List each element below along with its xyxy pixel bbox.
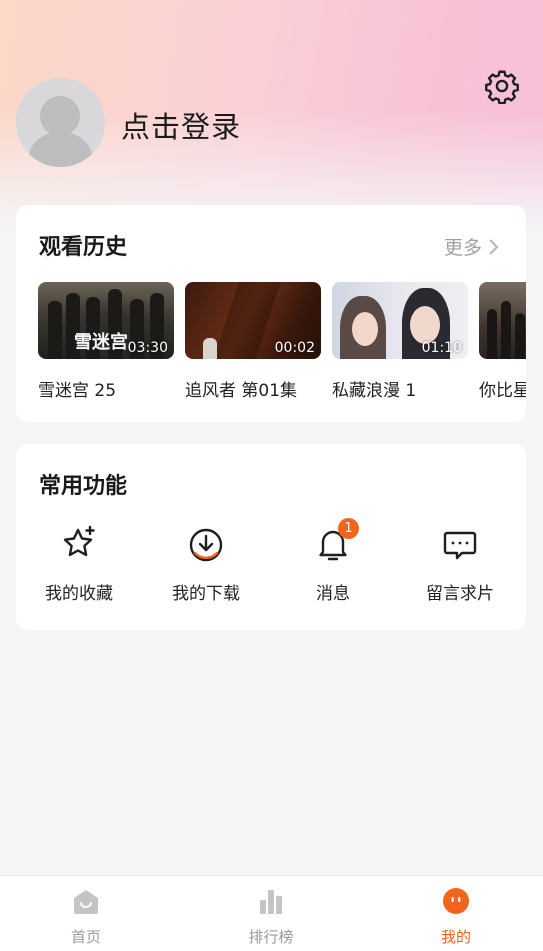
request-movie-button[interactable]: 留言求片 (397, 524, 523, 604)
settings-button[interactable] (483, 67, 521, 105)
gear-icon (485, 70, 519, 104)
downloads-label: 我的下载 (172, 584, 240, 604)
home-icon (74, 890, 98, 914)
chevron-right-icon (489, 238, 499, 255)
history-item[interactable]: 雪迷宫 03:30 雪迷宫 25 (38, 282, 174, 401)
favorites-label: 我的收藏 (45, 584, 113, 604)
messages-button[interactable]: 1 消息 (270, 518, 396, 604)
history-item-title: 追风者 第01集 (185, 381, 298, 401)
login-link[interactable]: 点击登录 (121, 104, 241, 146)
video-thumbnail: 00:02 (185, 282, 321, 359)
tab-ranking[interactable]: 排行榜 (221, 886, 321, 947)
request-movie-label: 留言求片 (426, 584, 494, 604)
more-button[interactable]: 更多 (444, 233, 500, 260)
star-icon (63, 525, 95, 557)
video-thumbnail (479, 282, 526, 359)
tab-home[interactable]: 首页 (36, 886, 136, 947)
history-item-title: 你比星 (479, 381, 526, 401)
chart-icon (260, 890, 282, 914)
profile-icon (443, 888, 469, 914)
history-item-title: 雪迷宫 25 (38, 381, 117, 401)
common-features-card: 常用功能 我的收藏 我的下载 1 消息 留言求片 (16, 444, 526, 630)
avatar-body-shape (29, 132, 92, 167)
bottom-tab-bar: 首页 排行榜 我的 (0, 875, 543, 951)
downloads-button[interactable]: 我的下载 (143, 524, 269, 604)
history-item[interactable]: 你比星 (479, 282, 526, 401)
tab-ranking-label: 排行榜 (248, 928, 294, 946)
watch-history-title: 观看历史 (39, 235, 128, 260)
common-features-title: 常用功能 (39, 474, 128, 499)
duration-label: 01:10 (421, 340, 462, 356)
more-label: 更多 (443, 237, 482, 259)
history-item[interactable]: 01:10 私藏浪漫 1 (332, 282, 468, 401)
duration-label: 03:30 (127, 340, 168, 356)
favorites-button[interactable]: 我的收藏 (16, 524, 142, 604)
duration-label: 00:02 (274, 340, 315, 356)
tab-mine[interactable]: 我的 (406, 886, 506, 947)
download-icon (189, 528, 223, 562)
messages-label: 消息 (316, 584, 350, 604)
default-avatar-icon (40, 96, 80, 136)
history-item[interactable]: 00:02 追风者 第01集 (185, 282, 321, 401)
tab-mine-label: 我的 (440, 928, 471, 946)
watch-history-card: 观看历史 更多 雪迷宫 03:30 雪迷宫 25 00:02 追风者 第01集 … (16, 205, 526, 422)
notification-badge: 1 (338, 518, 359, 539)
video-thumbnail: 01:10 (332, 282, 468, 359)
tab-home-label: 首页 (70, 928, 101, 946)
chat-icon (443, 531, 477, 560)
history-item-title: 私藏浪漫 1 (332, 381, 417, 401)
avatar[interactable] (16, 78, 105, 167)
video-thumbnail: 雪迷宫 03:30 (38, 282, 174, 359)
title-calligraphy-logo: 雪迷宫 (74, 332, 128, 353)
